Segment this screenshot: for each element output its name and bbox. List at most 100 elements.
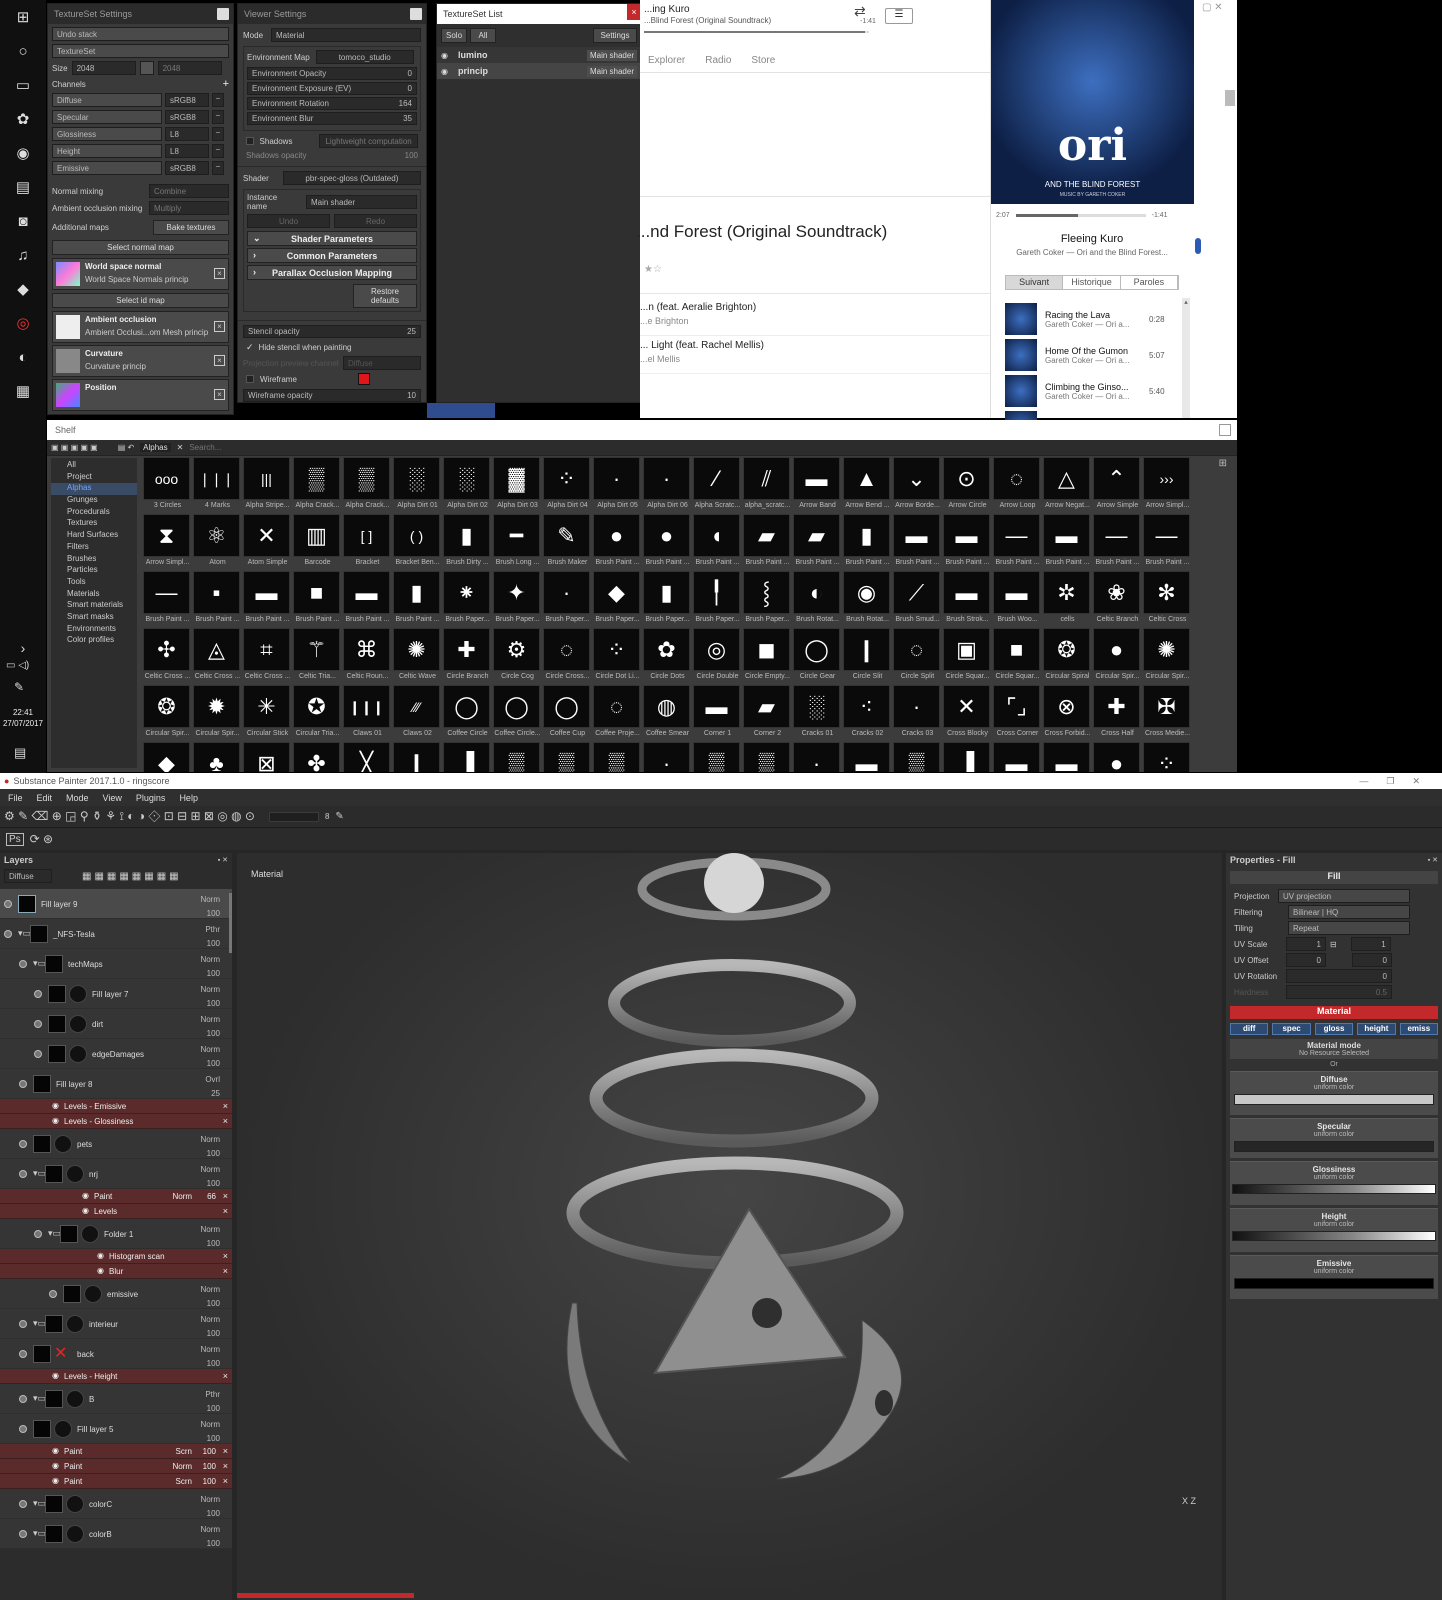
close-icon[interactable] [410,8,422,20]
delete-effect-icon[interactable]: × [223,1476,228,1486]
folder-icon[interactable]: ▣ ▣ ▣ ▣ ▣ [51,443,98,452]
grid-view-icon[interactable]: ⊞ [1219,458,1227,469]
layer-row[interactable]: pets Norm 100 [0,1129,232,1159]
shelf-item[interactable]: ▒ [493,742,542,772]
layer-row[interactable]: ✕ back Norm 100 [0,1339,232,1369]
shelf-item[interactable]: ⁘ Circle Dot Li... [593,628,642,685]
visibility-icon[interactable] [19,1320,27,1328]
shelf-item[interactable]: ◌ Circle Split [893,628,942,685]
shelf-item[interactable]: ▥ Barcode [293,514,342,571]
proj-channel-select[interactable]: Diffuse [343,356,421,370]
channel-format-select[interactable]: sRGB8 [165,161,209,175]
blend-mode[interactable]: Norm 100 [200,1418,220,1446]
shelf-item[interactable]: ⌗ Celtic Cross ... [243,628,292,685]
effect-visibility-icon[interactable]: ◉ [82,1206,89,1215]
undo-button[interactable]: Undo [247,214,330,228]
shelf-item[interactable]: ◆ Brush Paper... [593,571,642,628]
panel-options-icon[interactable]: ▪ ✕ [218,856,228,864]
check-icon[interactable]: ✓ [246,342,254,353]
section-subtitle[interactable]: uniform color [1230,1221,1438,1228]
shelf-item[interactable]: ⊠ [243,742,292,772]
chrome-icon[interactable]: ◉ [0,136,46,170]
visibility-icon[interactable] [34,1230,42,1238]
delete-effect-icon[interactable]: × [223,1206,228,1216]
effect-mode[interactable]: Norm [172,1462,192,1471]
shelf-item[interactable]: ● [1093,742,1142,772]
cortana-icon[interactable]: ○ [0,34,46,68]
shelf-item[interactable]: ▐ [443,742,492,772]
shelf-item[interactable]: ◖ Brush Paint ... [693,514,742,571]
shelf-item[interactable]: ⚛ Atom [193,514,242,571]
shelf-item[interactable]: ░ Alpha Dirt 01 [393,457,442,514]
shelf-item[interactable]: ››› Arrow Simpl... [1143,457,1192,514]
shelf-item[interactable]: ▰ Brush Paint ... [793,514,842,571]
shelf-category[interactable]: All [51,460,137,472]
shelf-item[interactable]: ❂ Circular Spiral [1043,628,1092,685]
shelf-item[interactable]: ⁄ Alpha Scratc... [693,457,742,514]
queue-item[interactable]: Home Of the Gumon Gareth Coker — Ori a...… [991,337,1193,373]
windows-icon[interactable]: ⊞ [0,0,46,34]
effect-visibility-icon[interactable]: ◉ [52,1446,59,1455]
visibility-icon[interactable] [19,960,27,968]
music-icon[interactable]: ♫ [0,238,46,272]
shelf-item[interactable]: ▬ Brush Paint ... [943,514,992,571]
layer-row[interactable]: ▾▭ techMaps Norm 100 [0,949,232,979]
shelf-item[interactable]: ▒ [693,742,742,772]
channel-toggle-emiss[interactable]: emiss [1399,1023,1439,1035]
photoshop-export-icon[interactable]: Ps [6,832,24,846]
fill-header[interactable]: Fill [1230,871,1438,884]
shelf-item[interactable]: ❀ Celtic Branch [1093,571,1142,628]
track-row[interactable]: ... Light (feat. Rachel Mellis) ...el Mel… [640,336,990,374]
add-channel-icon[interactable]: + [223,78,229,90]
shelf-item[interactable]: ▒ [893,742,942,772]
remove-channel-icon[interactable]: − [212,144,224,158]
shelf-item[interactable]: ▪ Brush Paint ... [193,571,242,628]
effect-row[interactable]: ◉ Levels - Emissive × [0,1099,232,1114]
channel-name[interactable]: Specular [52,110,162,124]
shelf-category[interactable]: Smart materials [51,600,137,612]
window-controls[interactable]: ▢ ✕ [1202,2,1223,13]
effect-row[interactable]: ◉ Levels - Glossiness × [0,1114,232,1129]
shelf-item[interactable]: ✕ Atom Simple [243,514,292,571]
normal-mixing-select[interactable]: Combine [149,184,229,198]
shelf-item[interactable]: ✚ Circle Branch [443,628,492,685]
shelf-sync-icon[interactable]: ⟳ ⊛ [30,832,53,846]
shelf-item[interactable]: ◆ [143,742,192,772]
shelf-item[interactable]: ▬ Brush Woo... [993,571,1042,628]
size-select[interactable]: 2048 [71,61,136,75]
scrollbar[interactable] [1225,90,1235,106]
shelf-item[interactable]: [ ] Bracket [343,514,392,571]
shelf-item[interactable]: ◯ Coffee Circle [443,685,492,742]
effect-opacity[interactable]: 66 [207,1192,216,1201]
stencil-opacity-slider[interactable]: Stencil opacity 25 [243,325,421,338]
layer-row[interactable]: emissive Norm 100 [0,1279,232,1309]
shelf-item[interactable]: ⧗ Arrow Simpl... [143,514,192,571]
visibility-icon[interactable] [49,1290,57,1298]
shelf-category[interactable]: Brushes [51,554,137,566]
effect-visibility-icon[interactable]: ◉ [82,1191,89,1200]
tab-paroles[interactable]: Paroles [1120,276,1178,289]
shelf-item[interactable]: ✳ Circular Stick [243,685,292,742]
shelf-item[interactable]: ╳ [343,742,392,772]
shelf-item[interactable]: ✕ Cross Blocky [943,685,992,742]
blend-mode[interactable]: Norm 100 [200,1163,220,1191]
solo-button[interactable]: Solo [441,28,467,43]
layer-row[interactable]: edgeDamages Norm 100 [0,1039,232,1069]
shelf-item[interactable]: ✦ Brush Paper... [493,571,542,628]
shelf-item[interactable]: ▒ Alpha Crack... [293,457,342,514]
effect-row[interactable]: ◉ Paint Norm 66 × [0,1189,232,1204]
shelf-item[interactable]: ❙ [393,742,442,772]
visibility-icon[interactable]: ◉ [441,51,448,60]
shelf-item[interactable]: ▬ [993,742,1042,772]
effect-visibility-icon[interactable]: ◉ [97,1251,104,1260]
menu-plugins[interactable]: Plugins [136,793,166,803]
section-subtitle[interactable]: uniform color [1230,1268,1438,1275]
effect-mode[interactable]: Scrn [176,1447,192,1456]
blend-mode[interactable]: Norm 100 [200,1343,220,1371]
clear-filter-icon[interactable]: ✕ [177,443,184,452]
layer-tools-icon[interactable]: ▦▦▦▦▦▦▦▦ [82,871,182,882]
remove-channel-icon[interactable]: − [212,110,224,124]
visibility-icon[interactable] [34,1020,42,1028]
shelf-item[interactable]: ▬ Arrow Band [793,457,842,514]
color-swatch[interactable] [1234,1141,1434,1152]
